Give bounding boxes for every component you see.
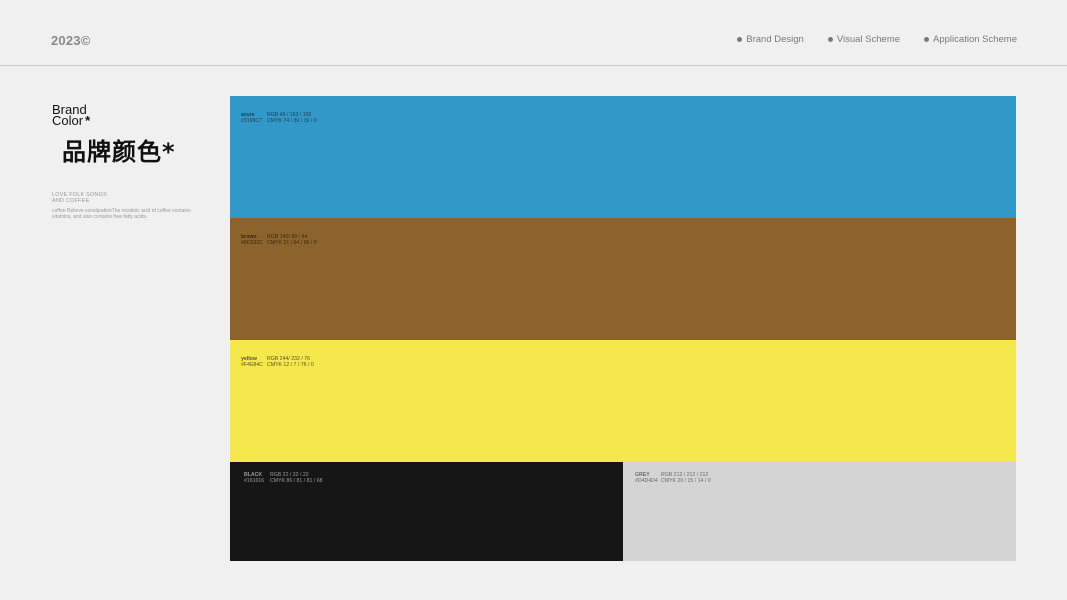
swatch-yellow: yellow RGB 244/ 232 / 76 #F4E84C CMYK 12 /…	[230, 340, 1016, 462]
swatch-label: yellow RGB 244/ 232 / 76 #F4E84C CMYK 12 /…	[241, 356, 314, 368]
color-cmyk: CMYK 86 / 81 / 81 / 68	[270, 478, 323, 484]
color-hex: #D4D4D4	[635, 478, 658, 484]
header: 2023© Brand Design Visual Scheme Applica…	[0, 0, 1067, 66]
color-cmyk: CMYK 12 / 7 / 76 / 0	[267, 362, 314, 368]
swatch-brown: brown RGB 140/ 99 / 44 #8C632C CMYK 31 / 6…	[230, 218, 1016, 340]
color-cmyk: CMYK 20 / 15 / 14 / 0	[661, 478, 711, 484]
swatch-label: GREY RGB 212 / 212 / 212 #D4D4D4 CMYK 20 /…	[635, 472, 711, 484]
nav-application-scheme[interactable]: Application Scheme	[924, 34, 1017, 45]
nav-label: Brand Design	[746, 34, 804, 45]
nav-visual-scheme[interactable]: Visual Scheme	[827, 34, 901, 45]
color-hex: #161616	[244, 478, 265, 484]
color-hex: #8C632C	[241, 240, 263, 246]
swatch-azure: azure RGB 49 / 153 / 199 #3199C7 CMYK 74 /…	[230, 96, 1016, 218]
tagline-line-2: AND COFFEE	[52, 197, 90, 204]
bullet-icon	[827, 37, 833, 42]
color-cmyk: CMYK 74 / 30 / 16 / 0	[267, 118, 317, 124]
top-nav: Brand Design Visual Scheme Application S…	[713, 34, 1017, 45]
swatch-label: brown RGB 140/ 99 / 44 #8C632C CMYK 31 / 6…	[241, 234, 317, 246]
title-line-2: Color *	[52, 113, 212, 128]
swatch-label: BLACK RGB 22 / 22 / 22 #161616 CMYK 86 / 8…	[244, 472, 322, 484]
intro-panel: Brand Color * 品牌颜色* LOVE FOLK SONGS AND C…	[52, 103, 212, 220]
title-asterisk: *	[85, 113, 91, 128]
color-hex: #F4E84C	[241, 362, 263, 368]
color-cmyk: CMYK 31 / 64 / 96 / 0	[267, 240, 317, 246]
swatch-label: azure RGB 49 / 153 / 199 #3199C7 CMYK 74 /…	[241, 112, 317, 124]
swatch-black: BLACK RGB 22 / 22 / 22 #161616 CMYK 86 / 8…	[230, 462, 623, 561]
nav-brand-design[interactable]: Brand Design	[737, 34, 804, 45]
bullet-icon	[737, 37, 743, 42]
color-hex: #3199C7	[241, 118, 263, 124]
swatch-grey: GREY RGB 212 / 212 / 212 #D4D4D4 CMYK 20 /…	[623, 462, 1016, 561]
title-line-2-text: Color	[52, 113, 84, 128]
nav-label: Application Scheme	[933, 34, 1017, 45]
year-label: 2023©	[51, 33, 91, 48]
brand-color-title: Brand Color *	[52, 103, 212, 128]
nav-label: Visual Scheme	[836, 34, 901, 45]
color-palette: azure RGB 49 / 153 / 199 #3199C7 CMYK 74 /…	[230, 96, 1016, 561]
tagline: LOVE FOLK SONGS AND COFFEE	[52, 192, 212, 204]
bullet-icon	[924, 37, 930, 42]
description: coffee Relieve constipationThe nicotinic…	[52, 208, 191, 220]
chinese-title: 品牌颜色*	[62, 138, 176, 166]
